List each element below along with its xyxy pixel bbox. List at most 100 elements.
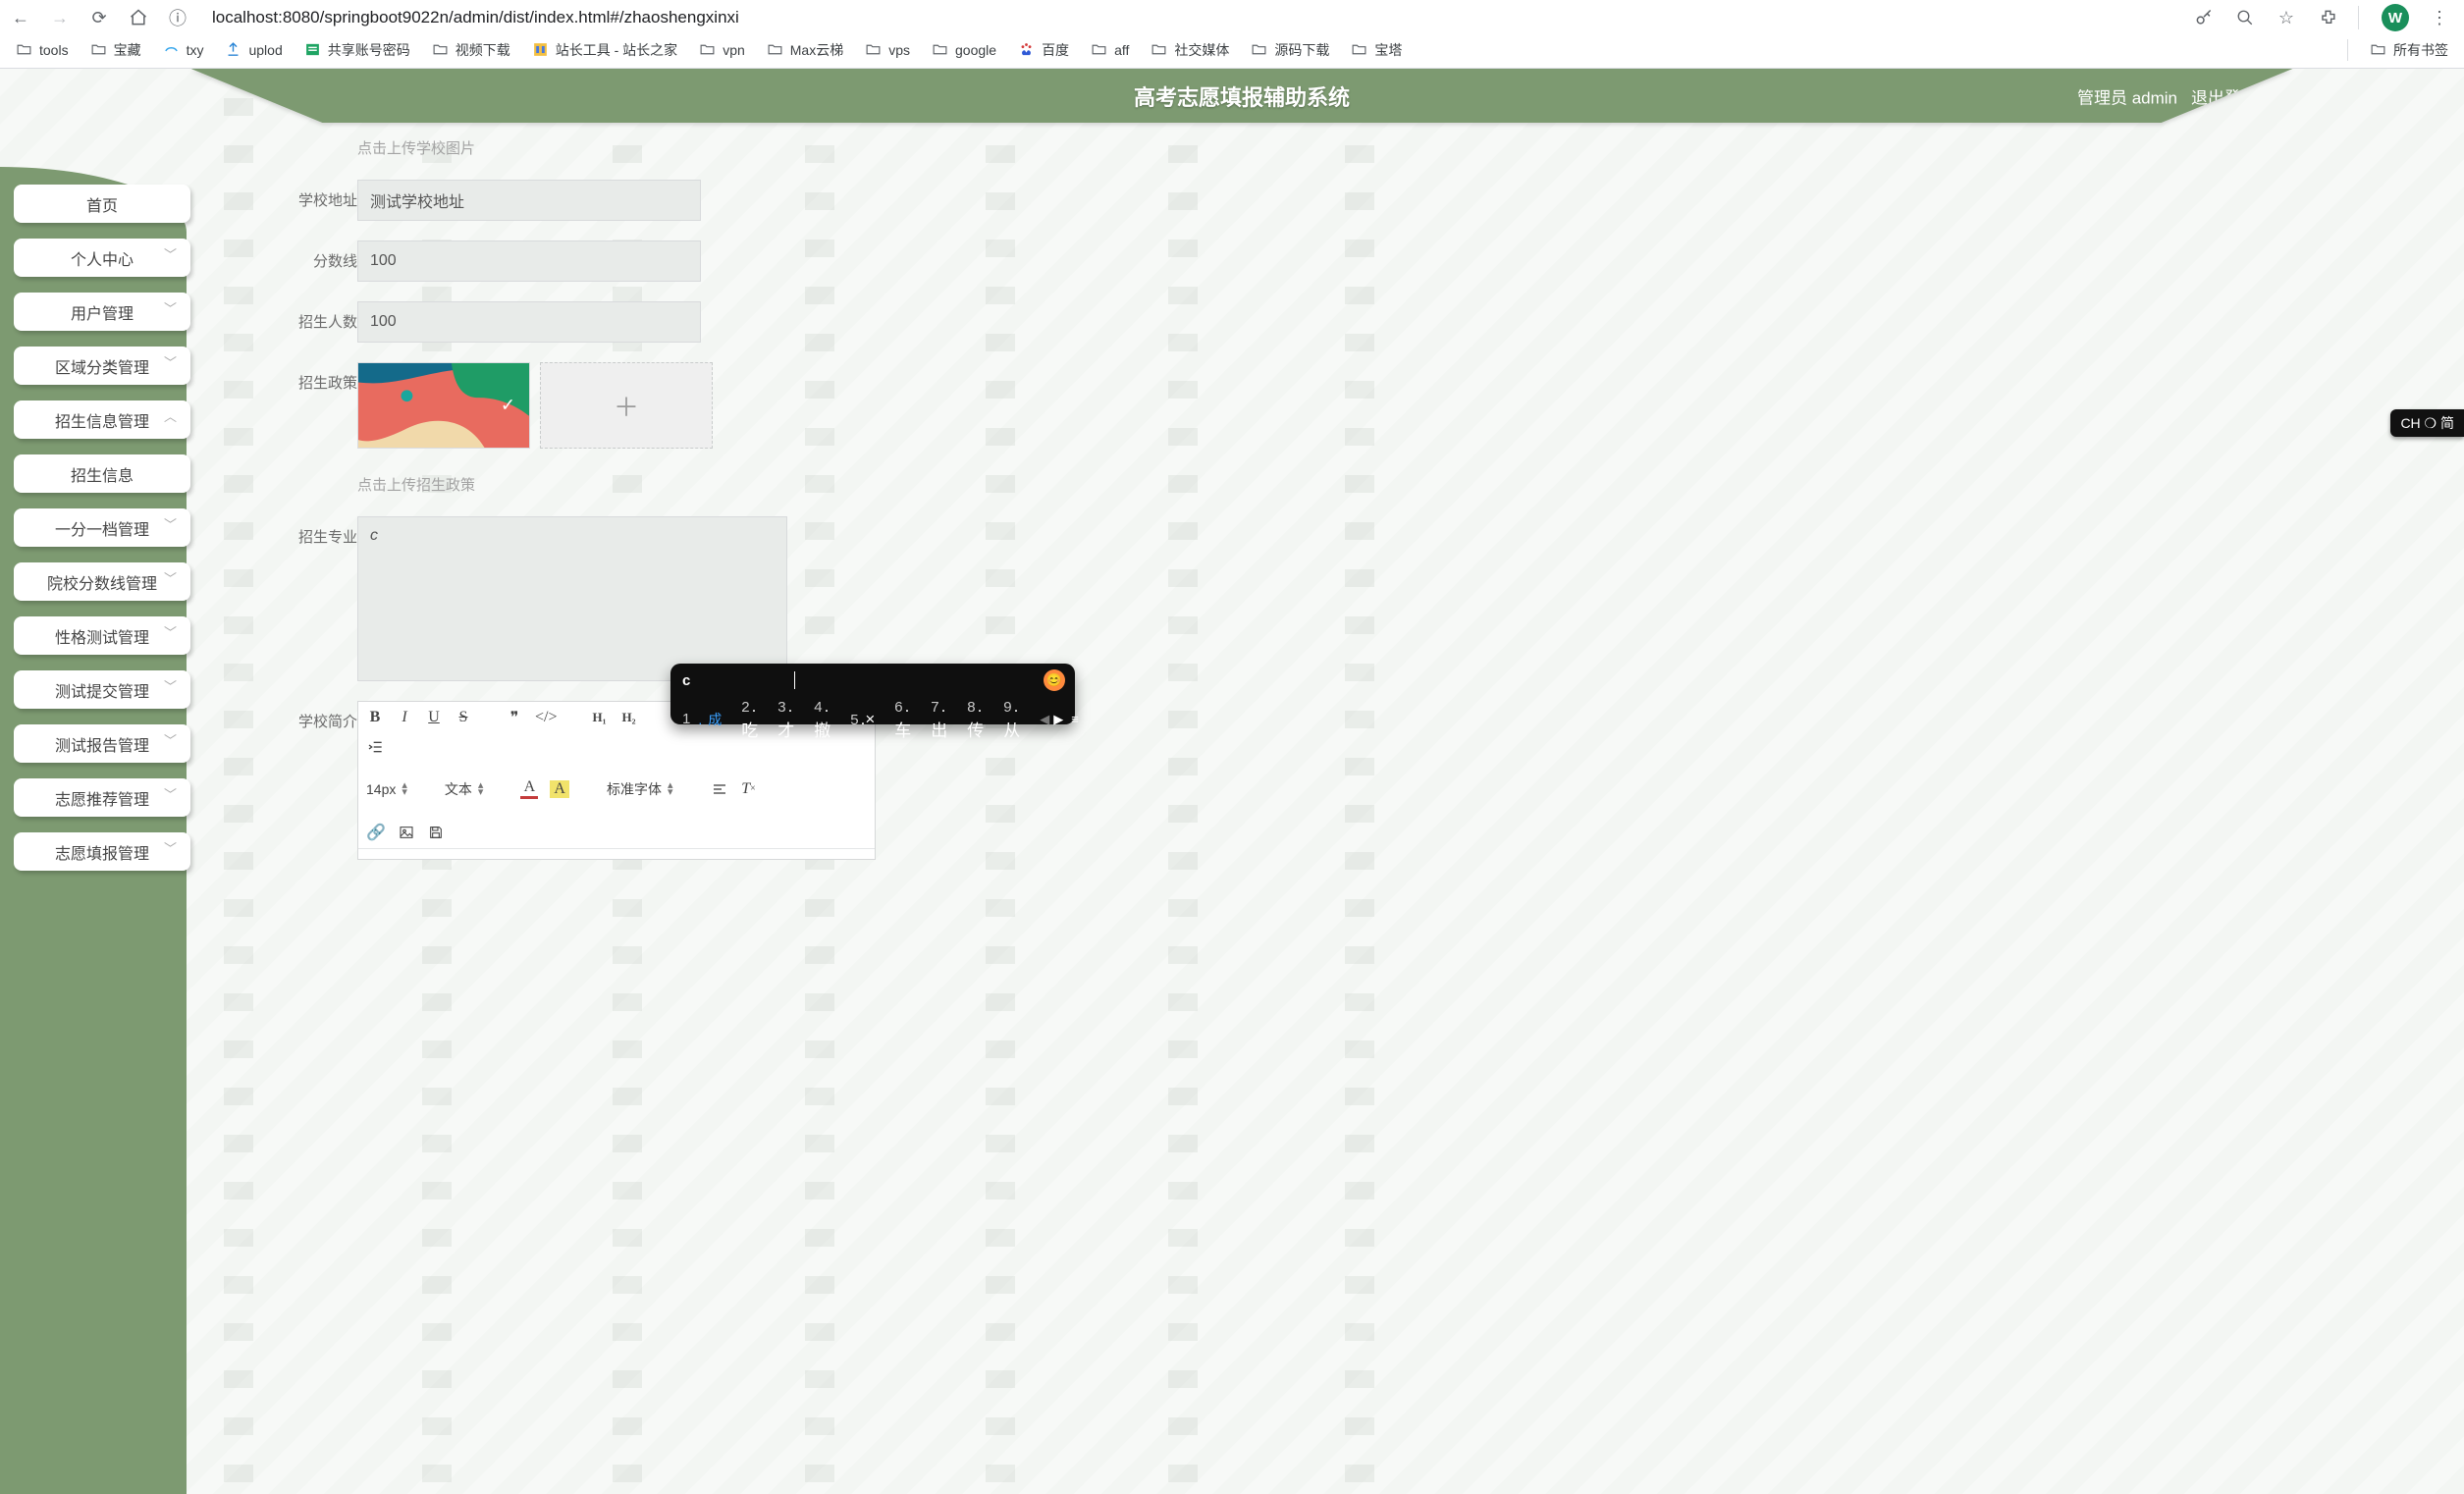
strike-icon[interactable]: S: [455, 709, 472, 726]
address-input[interactable]: [357, 180, 701, 221]
bookmark-vps[interactable]: vps: [865, 41, 910, 58]
align-icon[interactable]: [711, 781, 728, 797]
app-viewport: 高考志愿填报辅助系统 管理员 admin 退出登录 首页 个人中心﹀ 用户管理﹀…: [0, 69, 2464, 1494]
browser-chrome: ← → ⟳ ⓘ localhost:8080/springboot9022n/a…: [0, 0, 2464, 69]
ime-cand-4[interactable]: 4.撤: [814, 697, 830, 741]
enroll-input[interactable]: [357, 301, 701, 343]
bookmark-tools[interactable]: tools: [16, 41, 69, 58]
all-bookmarks[interactable]: 所有书签: [2370, 40, 2448, 60]
quote-icon[interactable]: ❞: [506, 708, 523, 727]
major-textarea[interactable]: c: [357, 516, 787, 681]
reload-icon[interactable]: ⟳: [88, 8, 110, 28]
code-icon[interactable]: </>: [535, 709, 558, 726]
bookmark-share[interactable]: 共享账号密码: [304, 40, 410, 60]
zoom-icon[interactable]: [2234, 9, 2256, 27]
link-icon[interactable]: 🔗: [366, 823, 386, 842]
image-icon[interactable]: [398, 825, 415, 840]
sidebar-item-yifen[interactable]: 一分一档管理﹀: [14, 508, 190, 547]
bookmark-social[interactable]: 社交媒体: [1151, 40, 1229, 60]
indent-icon[interactable]: [366, 739, 384, 755]
kebab-icon[interactable]: ⋮: [2429, 8, 2450, 28]
font-family-select[interactable]: 标准字体▴▾: [607, 779, 673, 799]
score-input[interactable]: [357, 240, 701, 282]
chevron-down-icon: ﹀: [164, 838, 177, 857]
bookmark-zhanzhang[interactable]: 站长工具 - 站长之家: [532, 40, 677, 60]
text-type-select[interactable]: 文本▴▾: [445, 779, 484, 799]
sidebar-item-recommend[interactable]: 志愿推荐管理﹀: [14, 778, 190, 817]
home-icon[interactable]: [128, 8, 149, 27]
bookmark-uplod[interactable]: uplod: [225, 41, 282, 58]
clear-format-icon[interactable]: T×: [740, 780, 758, 798]
ime-cand-1[interactable]: 1.成: [682, 710, 722, 729]
font-size-select[interactable]: 14px▴▾: [366, 781, 407, 797]
label-enroll: 招生人数: [295, 301, 357, 332]
forward-icon: →: [49, 8, 71, 28]
ime-cursor: [794, 671, 795, 689]
ime-cand-5[interactable]: 5.×: [850, 710, 875, 729]
ime-cand-9[interactable]: 9.从: [1003, 697, 1020, 741]
divider: [2358, 6, 2362, 29]
label-major: 招生专业: [295, 516, 357, 547]
h1-icon[interactable]: H₁: [591, 710, 609, 725]
font-color-icon[interactable]: A: [520, 778, 538, 799]
chevron-down-icon: ﹀: [164, 676, 177, 695]
ime-toggle-icon[interactable]: ≡: [1071, 712, 1079, 726]
back-icon[interactable]: ←: [10, 8, 31, 28]
logout-link[interactable]: 退出登录: [2191, 83, 2258, 108]
sidebar-item-testreport[interactable]: 测试报告管理﹀: [14, 724, 190, 763]
label-score: 分数线: [295, 240, 357, 271]
italic-icon[interactable]: I: [396, 709, 413, 726]
ime-emoji-icon[interactable]: 😊: [1044, 669, 1065, 691]
sidebar-item-home[interactable]: 首页: [14, 185, 190, 223]
profile-avatar[interactable]: W: [2382, 4, 2409, 31]
ime-indicator[interactable]: CH ❍ 简: [2390, 409, 2464, 437]
sidebar-item-users[interactable]: 用户管理﹀: [14, 293, 190, 331]
underline-icon[interactable]: U: [425, 709, 443, 726]
upload-school-hint[interactable]: 点击上传学校图片: [357, 137, 2405, 158]
ime-next-icon[interactable]: ▶: [1053, 712, 1063, 727]
ime-cand-3[interactable]: 3.才: [777, 697, 794, 741]
save-icon[interactable]: [427, 825, 445, 840]
ime-cand-8[interactable]: 8.传: [967, 697, 984, 741]
sidebar-item-zhaosheng[interactable]: 招生信息: [14, 454, 190, 493]
bookmark-source[interactable]: 源码下载: [1251, 40, 1329, 60]
sidebar-item-zhaosheng-mgr[interactable]: 招生信息管理︿: [14, 400, 190, 439]
chevron-down-icon: ﹀: [164, 730, 177, 749]
star-icon[interactable]: ☆: [2276, 8, 2297, 28]
bold-icon[interactable]: B: [366, 709, 384, 726]
key-icon[interactable]: [2193, 8, 2215, 27]
add-policy-button[interactable]: ＋: [540, 362, 713, 449]
sidebar-item-scoreline[interactable]: 院校分数线管理﹀: [14, 562, 190, 601]
ime-cand-2[interactable]: 2.吃: [741, 697, 758, 741]
toolbar: ← → ⟳ ⓘ localhost:8080/springboot9022n/a…: [0, 0, 2464, 33]
upload-policy-hint[interactable]: 点击上传招生政策: [357, 474, 2405, 495]
ime-panel[interactable]: c 😊 1.成 2.吃 3.才 4.撤 5.× 6.车 7.出 8.传 9.从 …: [670, 664, 1075, 724]
bookmark-txy[interactable]: txy: [163, 41, 204, 58]
sidebar-item-personality[interactable]: 性格测试管理﹀: [14, 616, 190, 655]
bookmark-video[interactable]: 视频下载: [432, 40, 510, 60]
sidebar-item-area[interactable]: 区域分类管理﹀: [14, 347, 190, 385]
bookmark-baidu[interactable]: 百度: [1018, 40, 1069, 60]
bookmark-max[interactable]: Max云梯: [767, 40, 843, 60]
bookmark-vpn[interactable]: vpn: [699, 41, 745, 58]
extensions-icon[interactable]: [2317, 9, 2338, 27]
sidebar: 首页 个人中心﹀ 用户管理﹀ 区域分类管理﹀ 招生信息管理︿ 招生信息 一分一档…: [0, 167, 206, 1494]
bg-color-icon[interactable]: A: [550, 780, 569, 798]
ime-cand-6[interactable]: 6.车: [894, 697, 911, 741]
sidebar-item-apply[interactable]: 志愿填报管理﹀: [14, 832, 190, 871]
ime-cand-7[interactable]: 7.出: [931, 697, 947, 741]
chevron-down-icon: ﹀: [164, 514, 177, 533]
policy-image[interactable]: ✓: [357, 362, 530, 449]
sidebar-item-profile[interactable]: 个人中心﹀: [14, 239, 190, 277]
chevron-down-icon: ﹀: [164, 622, 177, 641]
bookmark-baota[interactable]: 宝塔: [1351, 40, 1402, 60]
bookmark-aff[interactable]: aff: [1091, 41, 1129, 58]
bookmark-baozang[interactable]: 宝藏: [90, 40, 141, 60]
sidebar-item-testsubmit[interactable]: 测试提交管理﹀: [14, 670, 190, 709]
chevron-down-icon: ﹀: [164, 244, 177, 263]
url-bar[interactable]: localhost:8080/springboot9022n/admin/dis…: [206, 8, 2175, 27]
ime-input: c: [682, 672, 690, 689]
bookmark-google[interactable]: google: [932, 41, 996, 58]
h2-icon[interactable]: H₂: [620, 710, 638, 725]
site-info-icon[interactable]: ⓘ: [167, 5, 188, 30]
